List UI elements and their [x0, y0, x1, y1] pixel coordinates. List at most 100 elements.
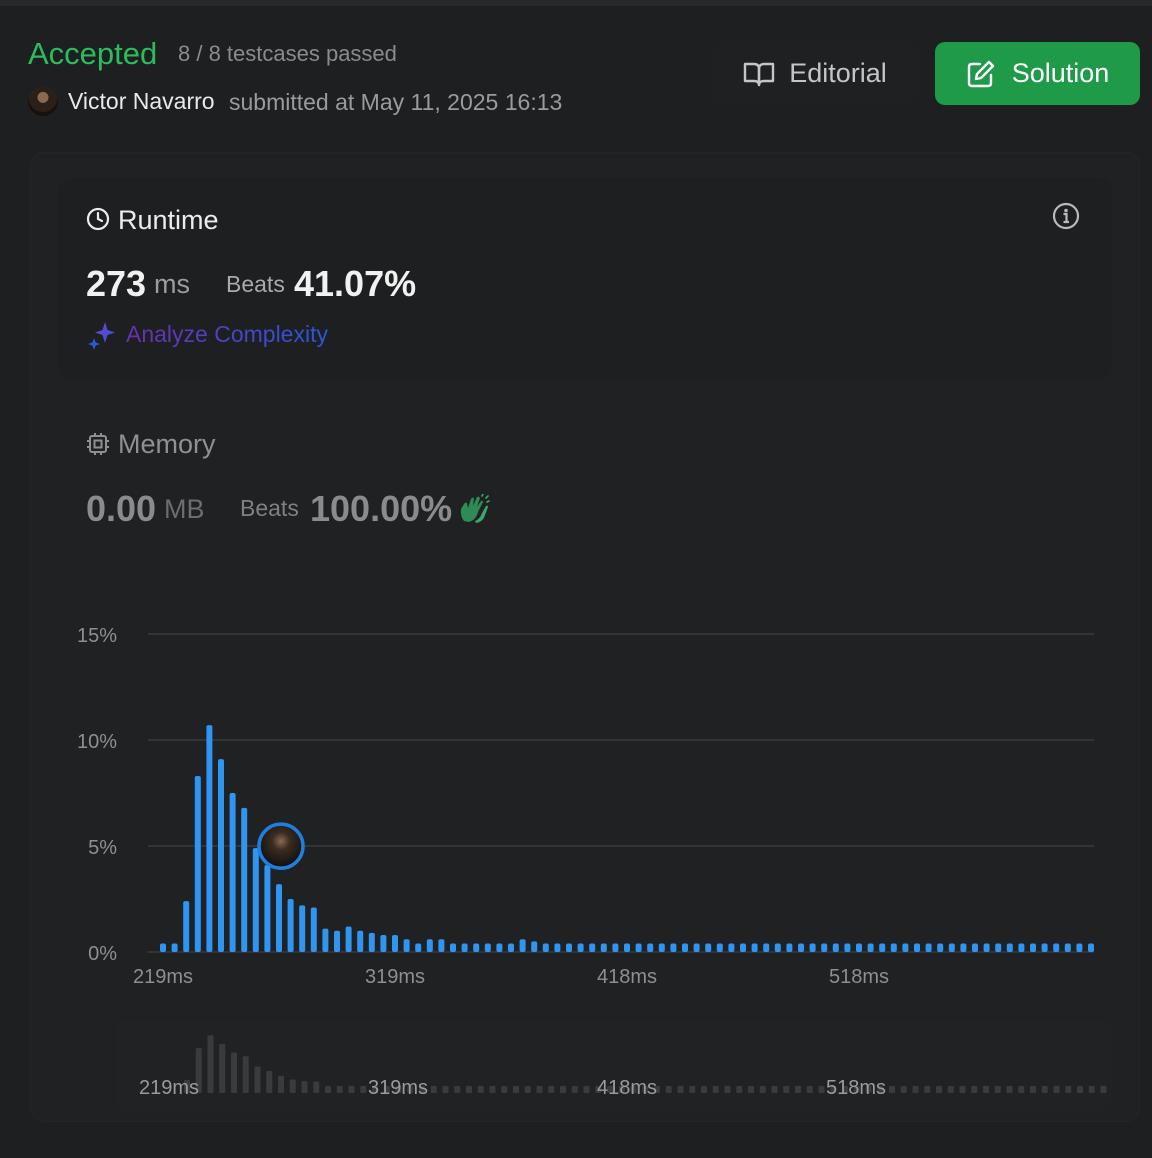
histogram-bar[interactable]	[415, 943, 422, 952]
minimap-bar	[477, 1086, 484, 1093]
minimap-bar	[325, 1086, 331, 1093]
histogram-bar[interactable]	[972, 943, 978, 952]
histogram-bar[interactable]	[635, 943, 642, 952]
histogram-bar[interactable]	[832, 943, 839, 952]
histogram-bar[interactable]	[1064, 943, 1071, 952]
minimap-bar	[994, 1086, 1001, 1093]
histogram-bar[interactable]	[542, 943, 549, 952]
histogram-bar[interactable]	[809, 943, 816, 952]
histogram-bar[interactable]	[1018, 943, 1025, 952]
histogram-bar[interactable]	[426, 939, 433, 952]
histogram-bar[interactable]	[218, 759, 224, 952]
histogram-bar[interactable]	[345, 926, 352, 952]
histogram-bar[interactable]	[554, 943, 561, 952]
histogram-bar[interactable]	[496, 943, 503, 952]
histogram-bar[interactable]	[658, 943, 665, 952]
histogram-bar[interactable]	[508, 943, 514, 952]
histogram-bar[interactable]	[774, 943, 781, 952]
histogram-bar[interactable]	[600, 943, 607, 952]
histogram-bar[interactable]	[995, 943, 1002, 952]
histogram-bar[interactable]	[484, 943, 491, 952]
minimap-bar	[254, 1066, 261, 1093]
histogram-bar[interactable]	[937, 943, 944, 952]
histogram-bar[interactable]	[624, 943, 630, 952]
histogram-bar[interactable]	[983, 943, 990, 952]
histogram-bar[interactable]	[287, 899, 294, 952]
histogram-bar[interactable]	[473, 943, 480, 952]
histogram-bar[interactable]	[252, 848, 259, 952]
histogram-bar[interactable]	[577, 943, 584, 952]
y-tick-label: 0%	[88, 943, 117, 965]
histogram-bar[interactable]	[844, 943, 851, 952]
histogram-bar[interactable]	[821, 943, 828, 952]
histogram-bar[interactable]	[1006, 943, 1013, 952]
histogram-bar[interactable]	[612, 943, 619, 952]
minimap-bar	[712, 1086, 719, 1093]
histogram-bar[interactable]	[241, 807, 248, 952]
minimap-bar	[748, 1086, 754, 1093]
histogram-bar[interactable]	[763, 943, 770, 952]
histogram-bar[interactable]	[751, 943, 758, 952]
minimap-bar	[818, 1086, 825, 1093]
histogram-bar[interactable]	[960, 943, 967, 952]
histogram-bar[interactable]	[948, 943, 955, 952]
histogram-bar[interactable]	[392, 935, 398, 952]
histogram-bar[interactable]	[160, 943, 166, 952]
histogram-bar[interactable]	[183, 901, 190, 952]
histogram-bar[interactable]	[740, 943, 746, 952]
histogram-bar[interactable]	[716, 943, 723, 952]
minimap-bar	[689, 1086, 696, 1093]
minimap-bar	[348, 1086, 355, 1093]
histogram-bar[interactable]	[299, 905, 306, 952]
histogram-bar[interactable]	[647, 943, 654, 952]
histogram-bar[interactable]	[334, 930, 340, 952]
histogram-bar[interactable]	[368, 932, 375, 952]
histogram-bar[interactable]	[357, 930, 364, 952]
histogram-bar[interactable]	[461, 943, 468, 952]
histogram-bar[interactable]	[1041, 943, 1048, 952]
histogram-bar[interactable]	[705, 943, 712, 952]
histogram-bar[interactable]	[682, 943, 688, 952]
histogram-bar[interactable]	[890, 943, 897, 952]
histogram-bar[interactable]	[380, 935, 387, 952]
histogram-bar[interactable]	[531, 941, 538, 952]
histogram-bar[interactable]	[566, 943, 572, 952]
your-submission-marker[interactable]	[257, 822, 305, 870]
y-tick-label: 15%	[77, 625, 117, 647]
histogram-bar[interactable]	[1053, 943, 1060, 952]
minimap-bar	[560, 1086, 566, 1093]
histogram-bar[interactable]	[902, 943, 909, 952]
histogram-bar[interactable]	[276, 884, 282, 952]
histogram-bar[interactable]	[798, 943, 804, 952]
histogram-bar[interactable]	[589, 943, 596, 952]
histogram-bar[interactable]	[194, 776, 201, 952]
histogram-bar[interactable]	[450, 943, 456, 952]
histogram-bar[interactable]	[914, 943, 920, 952]
histogram-bar[interactable]	[1076, 943, 1083, 952]
histogram-bar[interactable]	[925, 943, 932, 952]
minimap-bar	[912, 1086, 919, 1093]
minimap-bar	[701, 1086, 707, 1093]
histogram-bar[interactable]	[264, 865, 271, 952]
minimap-bar	[548, 1086, 555, 1093]
histogram-bar[interactable]	[438, 939, 445, 952]
minimap-bar	[959, 1086, 966, 1093]
histogram-bar[interactable]	[310, 907, 317, 952]
histogram-bar[interactable]	[519, 939, 526, 952]
histogram-bar[interactable]	[206, 725, 213, 952]
minimap-bar	[489, 1086, 496, 1093]
histogram-bar[interactable]	[786, 943, 793, 952]
histogram-bar[interactable]	[670, 943, 677, 952]
histogram-bar[interactable]	[856, 943, 862, 952]
histogram-bar[interactable]	[322, 928, 329, 952]
histogram-bar[interactable]	[229, 793, 236, 952]
histogram-bar[interactable]	[879, 943, 886, 952]
histogram-bar[interactable]	[728, 943, 735, 952]
minimap-bar	[454, 1086, 461, 1093]
histogram-bar[interactable]	[693, 943, 700, 952]
histogram-bar[interactable]	[867, 943, 874, 952]
histogram-bar[interactable]	[1088, 943, 1094, 952]
histogram-bar[interactable]	[171, 943, 178, 952]
histogram-bar[interactable]	[1030, 943, 1036, 952]
histogram-bar[interactable]	[403, 939, 410, 952]
